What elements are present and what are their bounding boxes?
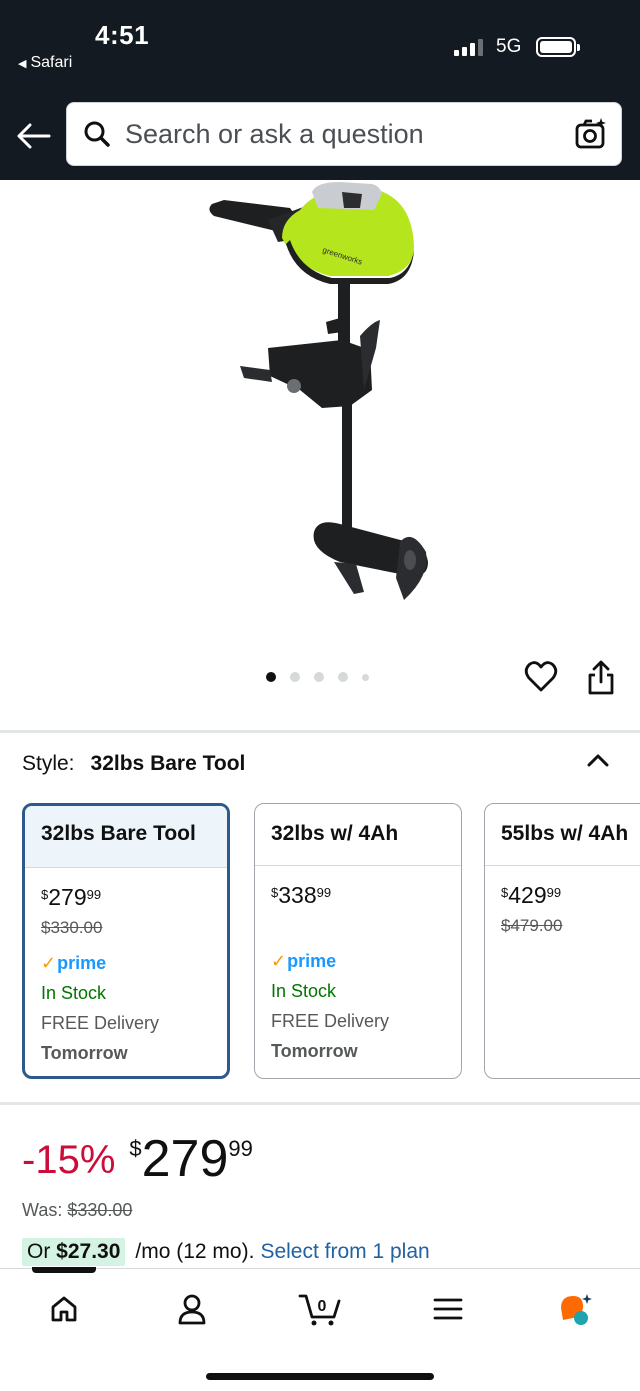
carousel-dot-1[interactable]: [266, 672, 276, 682]
tab-account[interactable]: [162, 1289, 222, 1329]
camera-search-icon[interactable]: [575, 118, 607, 155]
tab-rufus[interactable]: [546, 1289, 606, 1329]
or-label: Or: [27, 1240, 51, 1263]
carousel-dot-3[interactable]: [314, 672, 324, 682]
style-options-carousel[interactable]: 32lbs Bare Tool $ 279 99 $330.00 ✓ prime…: [22, 803, 640, 1079]
carousel-dot-5[interactable]: [362, 673, 369, 681]
rufus-icon: [561, 1294, 592, 1325]
back-triangle-icon: ◀: [18, 57, 27, 70]
select-plan-link[interactable]: Select from 1 plan: [260, 1240, 429, 1264]
prime-badge: ✓ prime: [271, 946, 445, 976]
add-to-list-heart-button[interactable]: [524, 660, 558, 699]
top-header: 4:51 ◀ Safari 5G Search or ask a questio…: [0, 0, 640, 180]
share-button[interactable]: [586, 660, 616, 701]
style-option-title: 32lbs w/ 4Ah: [255, 804, 461, 866]
tab-home[interactable]: [34, 1289, 94, 1329]
active-tab-indicator: [32, 1267, 96, 1273]
price-symbol: $: [129, 1136, 142, 1161]
price-symbol: $: [41, 887, 49, 902]
share-icon: [588, 660, 614, 695]
installment-amount: $27.30: [56, 1240, 121, 1263]
style-option-was-price: $479.00: [501, 916, 563, 935]
discount-percent: -15%: [22, 1138, 116, 1182]
tab-cart[interactable]: 0: [290, 1289, 350, 1329]
back-arrow-button[interactable]: [14, 116, 54, 156]
delivery-info: FREE Delivery: [41, 1013, 160, 1033]
collapse-style-button[interactable]: [586, 750, 610, 775]
delivery-date: Tomorrow: [41, 1043, 128, 1063]
price-cents: 99: [228, 1136, 253, 1161]
network-type: 5G: [496, 36, 522, 57]
main-price: -15% $ 279 99: [22, 1130, 253, 1188]
style-option-price: $ 279 99: [41, 884, 211, 918]
trolling-motor-image: greenworks: [209, 182, 428, 600]
style-option-title: 55lbs w/ 4Ah: [485, 804, 640, 866]
section-divider: [0, 1102, 640, 1105]
price-symbol: $: [271, 885, 279, 900]
signal-strength-icon: [454, 38, 483, 56]
image-carousel-dots[interactable]: [266, 672, 369, 682]
price-cents: 99: [316, 885, 332, 900]
price-symbol: $: [501, 885, 509, 900]
prime-check-icon: ✓: [41, 952, 57, 973]
home-indicator-bar: [206, 1373, 434, 1380]
price-cents: 99: [546, 885, 562, 900]
price-whole: 338: [278, 882, 317, 908]
carousel-dot-4[interactable]: [338, 672, 348, 682]
prime-check-icon: ✓: [271, 950, 287, 971]
installment-offer: Or $27.30 /mo (12 mo). Select from 1 pla…: [22, 1238, 430, 1266]
stock-status: In Stock: [271, 981, 337, 1001]
price-whole: 279: [48, 884, 87, 910]
was-value: $330.00: [67, 1200, 133, 1220]
style-option-price: $ 338 99: [271, 882, 445, 916]
stock-status: In Stock: [41, 983, 107, 1003]
style-option-card[interactable]: 32lbs w/ 4Ah $ 338 99 ✓ prime In Stock F…: [254, 803, 462, 1079]
style-selector-header: Style: 32lbs Bare Tool: [22, 752, 245, 776]
style-option-was-price: $330.00: [41, 918, 103, 937]
prime-badge: ✓ prime: [41, 948, 211, 978]
delivery-date: Tomorrow: [271, 1041, 358, 1061]
battery-icon: [536, 37, 580, 57]
style-option-card[interactable]: 32lbs Bare Tool $ 279 99 $330.00 ✓ prime…: [22, 803, 230, 1079]
prime-label: prime: [57, 952, 107, 973]
status-time: 4:51: [95, 20, 150, 50]
price-whole: 429: [508, 882, 547, 908]
account-icon: [178, 1294, 206, 1325]
style-value: 32lbs Bare Tool: [90, 752, 246, 775]
installment-amount-badge: Or $27.30: [22, 1238, 126, 1266]
tab-menu[interactable]: [418, 1289, 478, 1329]
cart-icon: 0: [298, 1294, 341, 1326]
cart-count: 0: [318, 1298, 327, 1315]
was-label: Was:: [22, 1200, 63, 1220]
price-whole: 279: [141, 1130, 229, 1188]
installment-terms: /mo (12 mo).: [135, 1240, 255, 1263]
style-option-title: 32lbs Bare Tool: [25, 806, 227, 868]
back-to-app-link[interactable]: ◀ Safari: [18, 54, 72, 72]
search-icon: [83, 120, 111, 148]
menu-icon: [433, 1298, 463, 1320]
section-divider: [0, 730, 640, 733]
list-price: Was: $330.00: [22, 1200, 132, 1221]
heart-icon: [524, 661, 558, 692]
search-placeholder: Search or ask a question: [125, 118, 424, 149]
prime-label: prime: [287, 950, 337, 971]
delivery-info: FREE Delivery: [271, 1011, 390, 1031]
price-cents: 99: [86, 887, 102, 902]
back-app-label: Safari: [30, 54, 73, 71]
style-option-price: $ 429 99: [501, 882, 640, 916]
chevron-up-icon: [587, 754, 609, 767]
style-option-card[interactable]: 55lbs w/ 4Ah $ 429 99 $479.00: [484, 803, 640, 1079]
search-bar[interactable]: Search or ask a question: [66, 102, 622, 166]
style-option-was-price: [271, 916, 445, 946]
product-image[interactable]: greenworks: [0, 180, 640, 660]
style-label: Style:: [22, 752, 75, 775]
carousel-dot-2[interactable]: [290, 672, 300, 682]
arrow-left-icon: [17, 123, 51, 149]
home-icon: [51, 1296, 77, 1322]
bottom-tab-bar: 0: [0, 1267, 640, 1391]
